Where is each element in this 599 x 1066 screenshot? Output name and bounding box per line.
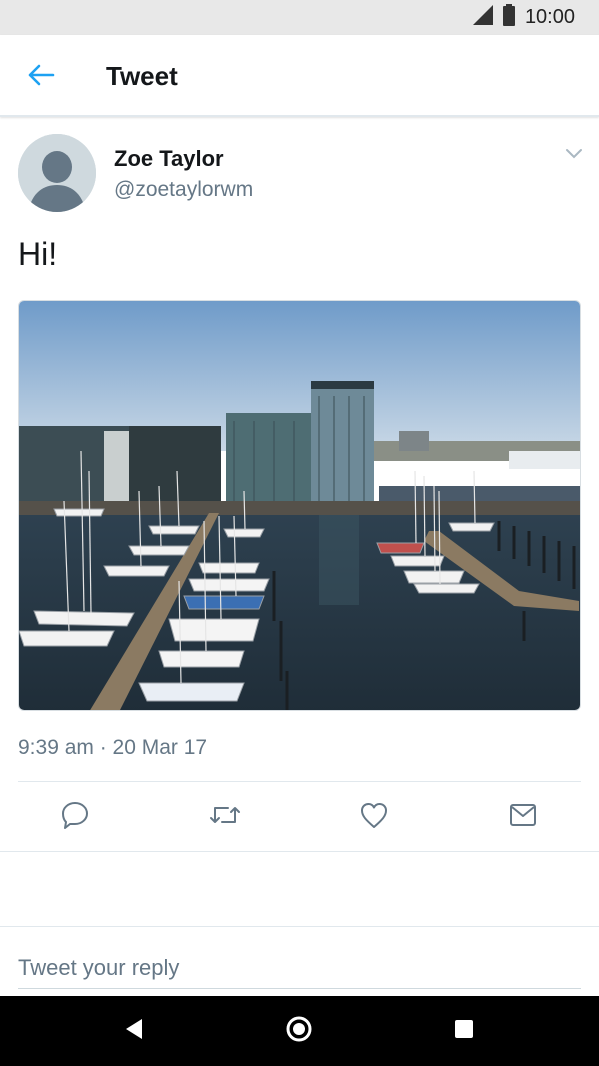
like-button[interactable]	[354, 799, 394, 835]
share-button[interactable]	[503, 799, 543, 835]
status-bar: 10:00	[0, 0, 599, 35]
avatar[interactable]	[18, 134, 96, 212]
tweet-text: Hi!	[18, 236, 58, 272]
recents-square-icon	[454, 1019, 474, 1044]
back-arrow-icon	[27, 64, 55, 91]
tweet-timestamp: 9:39 am · 20 Mar 17	[18, 736, 208, 759]
reply-icon	[60, 800, 90, 835]
page-title: Tweet	[106, 61, 178, 91]
reply-bar	[0, 926, 599, 996]
system-back-button[interactable]	[116, 1013, 152, 1049]
divider	[0, 851, 599, 852]
reply-button[interactable]	[55, 799, 95, 835]
chevron-down-icon	[565, 147, 583, 165]
more-options-button[interactable]	[560, 144, 588, 168]
battery-icon	[502, 4, 515, 31]
system-recents-button[interactable]	[446, 1013, 482, 1049]
heart-icon	[359, 801, 389, 834]
tweet-photo[interactable]	[18, 300, 581, 711]
author-name[interactable]: Zoe Taylor	[114, 146, 224, 172]
signal-icon	[472, 5, 493, 30]
reply-input[interactable]	[18, 947, 581, 989]
system-home-button[interactable]	[281, 1013, 317, 1049]
retweet-icon	[208, 800, 242, 835]
mail-icon	[508, 802, 538, 833]
app-bar: Tweet	[0, 35, 599, 117]
system-nav-bar	[0, 996, 599, 1066]
marina-photo	[19, 301, 580, 710]
tweet-actions	[0, 795, 599, 839]
status-indicators: 10:00	[472, 0, 575, 35]
home-circle-icon	[285, 1015, 313, 1048]
author-handle[interactable]: @zoetaylorwm	[114, 178, 253, 202]
status-time: 10:00	[524, 6, 575, 28]
retweet-button[interactable]	[205, 799, 245, 835]
default-avatar-icon	[18, 134, 96, 212]
back-button[interactable]	[20, 56, 62, 98]
back-triangle-icon	[124, 1018, 144, 1045]
divider	[18, 781, 581, 782]
